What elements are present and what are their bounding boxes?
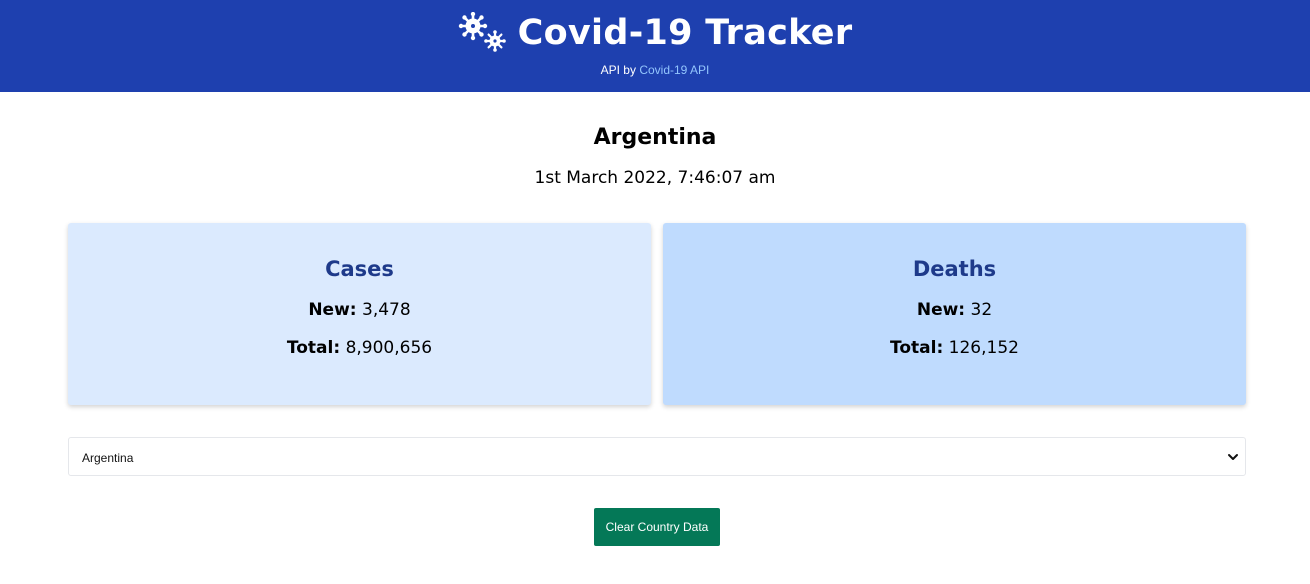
brand: Covid-19 Tracker <box>0 10 1310 56</box>
deaths-total-label: Total: <box>890 338 944 358</box>
cases-total-label: Total: <box>286 338 341 358</box>
chevron-down-icon <box>1228 454 1238 460</box>
clear-country-data-button[interactable]: Clear Country Data <box>594 508 720 546</box>
country-name: Argentina <box>593 125 717 150</box>
cases-card: Cases New: 3,478 Total: 8,900,656 <box>68 223 651 405</box>
country-select-value: Argentina <box>82 451 134 465</box>
api-credit-prefix: API by <box>600 63 636 77</box>
deaths-card: Deaths New: 32 Total: 126,152 <box>663 223 1246 405</box>
deaths-total-value: 126,152 <box>948 338 1019 358</box>
deaths-new-label: New: <box>916 300 966 320</box>
cases-new-label: New: <box>308 300 357 320</box>
cases-new: New: 3,478 <box>68 300 651 320</box>
last-updated: 1st March 2022, 7:46:07 am <box>534 168 776 188</box>
api-credit: API by Covid-19 API <box>0 63 1310 77</box>
cases-title: Cases <box>325 257 394 281</box>
cases-total-value: 8,900,656 <box>345 338 433 358</box>
app-header: Covid-19 Tracker API by Covid-19 API <box>0 0 1310 92</box>
cases-new-value: 3,478 <box>362 300 411 320</box>
api-link[interactable]: Covid-19 API <box>639 63 709 77</box>
deaths-total: Total: 126,152 <box>663 338 1246 358</box>
deaths-title: Deaths <box>912 257 997 281</box>
app-title: Covid-19 Tracker <box>517 13 853 53</box>
deaths-new-value: 32 <box>970 300 993 320</box>
virus-icon <box>458 12 506 52</box>
cases-total: Total: 8,900,656 <box>68 338 651 358</box>
deaths-new: New: 32 <box>663 300 1246 320</box>
country-select[interactable]: Argentina <box>68 437 1246 476</box>
